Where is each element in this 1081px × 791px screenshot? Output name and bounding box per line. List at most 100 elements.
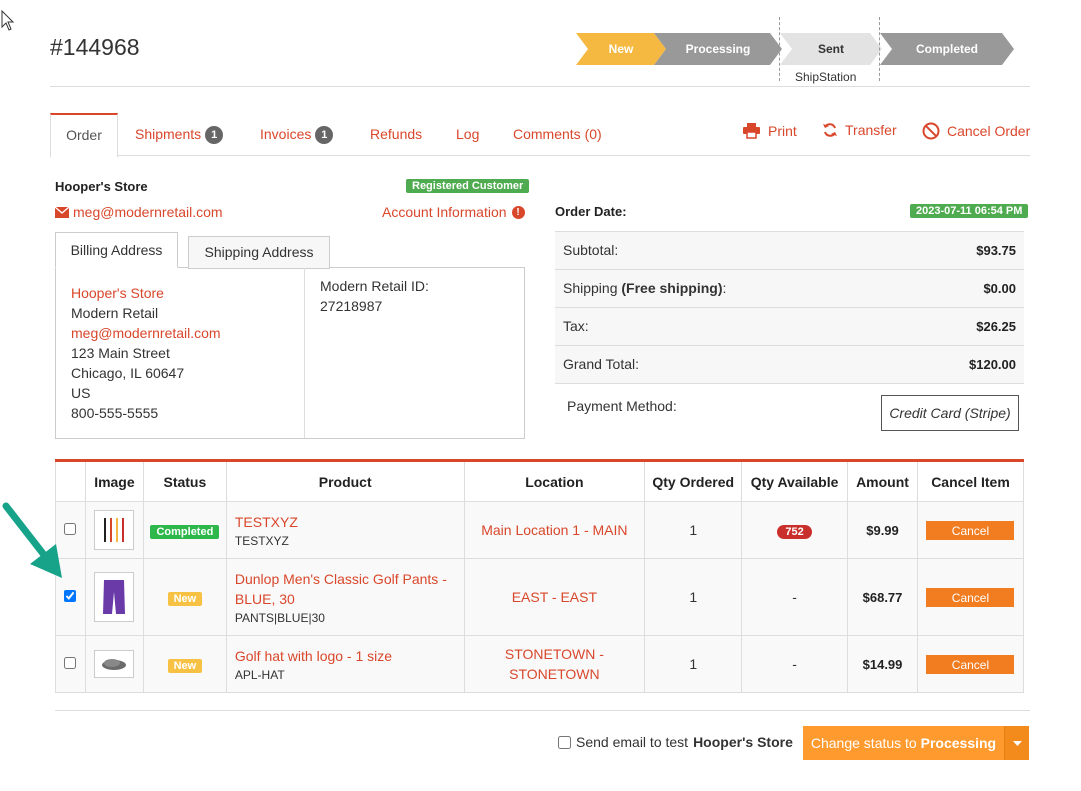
product-name-link[interactable]: Golf hat with logo - 1 size (235, 646, 463, 666)
tab-shipments-label: Shipments (135, 126, 202, 142)
table-row: New Golf hat with logo - 1 size APL-HAT S… (55, 635, 1025, 693)
account-information-link[interactable]: Account Information ! (382, 204, 525, 220)
cancel-item-button[interactable]: Cancel (926, 587, 1015, 607)
product-image[interactable] (94, 572, 135, 622)
status-step-new[interactable]: New (576, 33, 666, 65)
grand-total-label: Grand Total: (563, 356, 640, 372)
payment-method-label: Payment Method: (567, 398, 677, 414)
col-qty-available: Qty Available (741, 460, 849, 502)
row-checkbox[interactable] (64, 657, 77, 669)
golf-tees-image (104, 518, 125, 542)
shipments-count-badge: 1 (205, 126, 224, 145)
product-image[interactable] (94, 650, 135, 678)
change-status-button[interactable]: Change status to Processing (803, 726, 1029, 760)
shipping-colon: : (722, 280, 727, 296)
mouse-cursor-icon (1, 10, 15, 31)
qty-available-badge: 752 (777, 524, 812, 539)
product-name-link[interactable]: Dunlop Men's Classic Golf Pants - BLUE, … (235, 569, 463, 609)
qty-ordered-cell: 1 (644, 635, 743, 693)
status-step-sent[interactable]: Sent (780, 33, 882, 65)
tab-shipping-address[interactable]: Shipping Address (188, 236, 330, 269)
shipping-label-group: Shipping (Free shipping): (563, 270, 726, 307)
cancel-item-cell: Cancel (916, 558, 1025, 636)
grand-total-row: Grand Total: $120.00 (555, 345, 1024, 384)
print-label: Print (768, 122, 797, 139)
tab-log[interactable]: Log (456, 126, 479, 142)
payment-method-value: Credit Card (Stripe) (881, 395, 1019, 431)
tab-comments[interactable]: Comments (0) (513, 126, 602, 142)
shipping-label: Shipping (563, 280, 618, 296)
envelope-icon (55, 206, 69, 218)
status-step-completed[interactable]: Completed (880, 33, 1014, 65)
billing-name[interactable]: Hooper's Store (71, 283, 221, 303)
location-cell[interactable]: EAST - EAST (463, 558, 646, 636)
transfer-button[interactable]: Transfer (822, 122, 897, 138)
totals-table: Subtotal: $93.75 Shipping (Free shipping)… (555, 231, 1024, 384)
customer-store-name: Hooper's Store (55, 179, 148, 194)
tab-order[interactable]: Order (50, 113, 118, 158)
amount-cell: $68.77 (847, 558, 918, 636)
transfer-icon (823, 123, 837, 137)
tab-invoices-label: Invoices (260, 126, 312, 142)
send-email-prefix: Send email to test (576, 734, 689, 750)
cancel-item-button[interactable]: Cancel (926, 654, 1015, 674)
product-image[interactable] (94, 510, 135, 550)
workflow-divider (879, 17, 880, 81)
shipstation-label: ShipStation (795, 70, 857, 84)
tabs-baseline (50, 155, 1030, 156)
billing-address: Hooper's Store Modern Retail meg@modernr… (71, 283, 221, 423)
send-email-option[interactable]: Send email to test Hooper's Store (558, 734, 793, 750)
product-cell: Dunlop Men's Classic Golf Pants - BLUE, … (225, 558, 465, 636)
row-checkbox[interactable] (64, 590, 77, 602)
cancel-item-cell: Cancel (916, 501, 1025, 559)
tab-shipments[interactable]: Shipments 1 (135, 126, 224, 145)
product-name-link[interactable]: TESTXYZ (235, 512, 463, 532)
golf-pants-image (103, 580, 126, 614)
location-cell[interactable]: STONETOWN - STONETOWN (463, 635, 646, 693)
col-image: Image (84, 460, 144, 502)
caret-down-icon[interactable] (1004, 726, 1029, 760)
col-qty-ordered: Qty Ordered (644, 460, 743, 502)
qty-available-cell: 752 (741, 501, 849, 559)
tab-refunds[interactable]: Refunds (370, 126, 422, 142)
billing-email[interactable]: meg@modernretail.com (71, 323, 221, 343)
customer-email-link[interactable]: meg@modernretail.com (55, 204, 223, 220)
tax-label: Tax: (563, 318, 589, 334)
change-status-label: Change status to Processing (803, 735, 1004, 751)
cancel-order-button[interactable]: Cancel Order (922, 122, 1030, 140)
send-email-checkbox[interactable] (558, 735, 571, 749)
info-icon: ! (511, 205, 525, 219)
send-email-store: Hooper's Store (693, 734, 793, 750)
location-cell[interactable]: Main Location 1 - MAIN (463, 501, 646, 559)
status-cell: New (142, 558, 227, 636)
cancel-order-label: Cancel Order (947, 123, 1031, 139)
change-status-prefix: Change status to (810, 735, 917, 751)
table-row: Completed TESTXYZ TESTXYZ Main Location 1… (55, 501, 1025, 559)
print-button[interactable]: Print (742, 122, 797, 139)
registered-customer-badge: Registered Customer (406, 179, 530, 193)
table-header-row: Image Status Product Location Qty Ordere… (55, 460, 1025, 502)
billing-country: US (71, 385, 91, 401)
ban-icon (922, 122, 940, 140)
billing-company: Modern Retail (71, 305, 159, 321)
row-select-cell (55, 635, 86, 693)
status-badge: New (167, 592, 203, 606)
shipping-row: Shipping (Free shipping): $0.00 (555, 269, 1024, 307)
tax-row: Tax: $26.25 (555, 307, 1024, 345)
subtotal-value: $93.75 (976, 243, 1016, 258)
order-date-badge: 2023-07-11 06:54 PM (910, 204, 1029, 218)
status-cell: Completed (142, 501, 227, 559)
cancel-item-button[interactable]: Cancel (926, 520, 1015, 540)
tab-billing-address[interactable]: Billing Address (55, 232, 178, 268)
status-step-processing[interactable]: Processing (654, 33, 782, 65)
tab-invoices[interactable]: Invoices 1 (260, 126, 334, 145)
subtotal-label: Subtotal: (563, 242, 619, 258)
status-cell: New (142, 635, 227, 693)
status-badge: New (167, 659, 203, 673)
golf-hat-image (102, 659, 127, 670)
transfer-label: Transfer (845, 122, 897, 138)
cancel-item-cell: Cancel (916, 635, 1025, 693)
product-cell: TESTXYZ TESTXYZ (225, 501, 465, 559)
subtotal-row: Subtotal: $93.75 (555, 231, 1024, 269)
grand-total-value: $120.00 (969, 357, 1016, 372)
